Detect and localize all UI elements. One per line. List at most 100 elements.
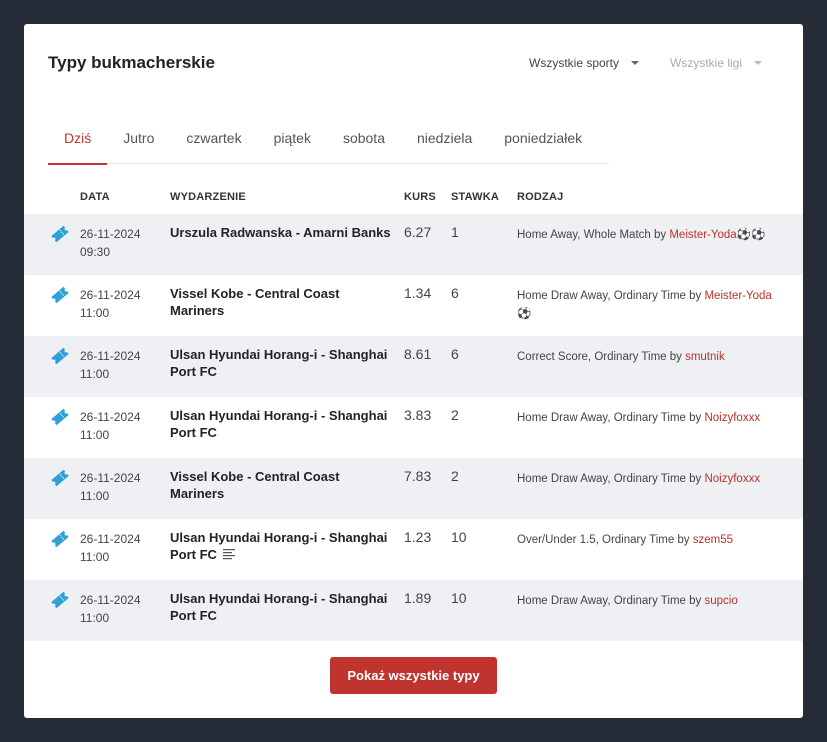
tab-6[interactable]: poniedziałek [488,118,598,164]
tab-2[interactable]: czwartek [170,118,257,164]
row-datetime: 26-11-2024 11:00 [80,347,141,383]
table-row[interactable]: 26-11-2024 09:30 Urszula Radwanska - Ama… [24,214,803,275]
sport-filter-label: Wszystkie sporty [529,56,620,70]
row-event[interactable]: Vissel Kobe - Central Coast Mariners [170,468,394,502]
row-event-name: Ulsan Hyundai Horang-i - Shanghai Port F… [170,591,388,623]
ticket-icon [50,407,70,427]
row-event-name: Vissel Kobe - Central Coast Mariners [170,286,340,318]
row-kind: Home Draw Away, Ordinary Time by Noizyfo… [517,409,779,427]
row-odds: 3.83 [404,407,432,423]
tab-0[interactable]: Dziś [48,118,108,165]
row-time: 11:00 [80,428,110,442]
row-datetime: 26-11-2024 11:00 [80,286,141,322]
ticket-icon [50,285,70,305]
row-kind-text: Over/Under 1.5, Ordinary Time by [517,534,693,546]
row-time: 09:30 [80,245,111,259]
row-event[interactable]: Urszula Radwanska - Amarni Banks [170,224,394,241]
row-stake: 10 [451,590,467,606]
tab-5[interactable]: niedziela [401,118,488,164]
tipster-link[interactable]: szem55 [693,534,733,546]
chevron-down-icon [631,61,640,65]
row-event-name: Urszula Radwanska - Amarni Banks [170,225,391,240]
row-kind-text: Home Draw Away, Ordinary Time by [517,595,705,607]
page-title: Typy bukmacherskie [48,53,215,72]
ticket-icon [50,468,70,488]
tipster-link[interactable]: Noizyfoxxx [704,412,760,424]
table-row[interactable]: 26-11-2024 11:00 Ulsan Hyundai Horang-i … [24,397,803,458]
row-event[interactable]: Ulsan Hyundai Horang-i - Shanghai Port F… [170,346,394,380]
tipster-link[interactable]: supcio [704,595,737,607]
tips-card: Typy bukmacherskie Wszystkie sporty Wszy… [24,24,803,718]
league-filter-dropdown[interactable]: Wszystkie ligi [670,56,763,70]
row-event-name: Ulsan Hyundai Horang-i - Shanghai Port F… [170,408,388,440]
row-datetime: 26-11-2024 11:00 [80,469,141,505]
column-header-odds: KURS [404,191,436,203]
ticket-icon [50,590,70,610]
row-kind: Home Draw Away, Ordinary Time by Meister… [517,287,779,323]
row-kind: Home Away, Whole Match by Meister-Yoda⚽⚽ [517,226,779,244]
row-date: 26-11-2024 [80,532,141,546]
row-event[interactable]: Vissel Kobe - Central Coast Mariners [170,285,394,319]
tipster-link[interactable]: smutnik [685,351,725,363]
tab-3[interactable]: piątek [258,118,327,164]
row-datetime: 26-11-2024 11:00 [80,530,141,566]
ticket-icon [50,224,70,244]
league-filter-label: Wszystkie ligi [670,56,743,70]
table-header: DATA WYDARZENIE KURS STAWKA RODZAJ [24,186,803,214]
tipster-link[interactable]: Meister-Yoda⚽⚽ [669,229,765,241]
column-header-event: WYDARZENIE [170,191,246,203]
row-odds: 6.27 [404,224,432,240]
column-header-date: DATA [80,191,110,203]
show-all-tips-button[interactable]: Pokaż wszystkie typy [330,657,497,694]
chevron-down-icon [754,61,763,65]
row-date: 26-11-2024 [80,227,141,241]
row-date: 26-11-2024 [80,410,141,424]
row-kind-text: Home Draw Away, Ordinary Time by [517,412,705,424]
tab-4[interactable]: sobota [327,118,401,164]
row-kind-text: Home Draw Away, Ordinary Time by [517,473,705,485]
row-kind: Over/Under 1.5, Ordinary Time by szem55 [517,531,779,549]
row-odds: 7.83 [404,468,432,484]
table-row[interactable]: 26-11-2024 11:00 Ulsan Hyundai Horang-i … [24,336,803,397]
sport-filter-dropdown[interactable]: Wszystkie sporty [529,56,640,70]
row-stake: 6 [451,285,459,301]
row-kind: Home Draw Away, Ordinary Time by Noizyfo… [517,470,779,488]
row-time: 11:00 [80,611,110,625]
tab-1[interactable]: Jutro [107,118,170,164]
column-header-kind: RODZAJ [517,191,564,203]
row-stake: 10 [451,529,467,545]
row-kind-text: Correct Score, Ordinary Time by [517,351,686,363]
ticket-icon [50,529,70,549]
row-odds: 1.89 [404,590,432,606]
row-kind: Correct Score, Ordinary Time by smutnik [517,348,779,366]
row-event-name: Ulsan Hyundai Horang-i - Shanghai Port F… [170,347,388,379]
row-event-name: Vissel Kobe - Central Coast Mariners [170,469,340,501]
row-time: 11:00 [80,367,110,381]
table-row[interactable]: 26-11-2024 11:00 Ulsan Hyundai Horang-i … [24,519,803,580]
row-date: 26-11-2024 [80,471,141,485]
row-event[interactable]: Ulsan Hyundai Horang-i - Shanghai Port F… [170,407,394,441]
row-kind-text: Home Away, Whole Match by [517,229,670,241]
row-stake: 2 [451,407,459,423]
row-date: 26-11-2024 [80,349,141,363]
row-date: 26-11-2024 [80,593,141,607]
row-time: 11:00 [80,550,110,564]
day-tabs: Dziś Jutro czwartek piątek sobota niedziela po… [48,118,609,165]
row-datetime: 26-11-2024 09:30 [80,225,141,261]
tips-table-body: 26-11-2024 09:30 Urszula Radwanska - Ama… [24,214,803,641]
row-datetime: 26-11-2024 11:00 [80,408,141,444]
row-odds: 8.61 [404,346,432,362]
row-odds: 1.23 [404,529,432,545]
row-stake: 2 [451,468,459,484]
row-date: 26-11-2024 [80,288,141,302]
row-stake: 6 [451,346,459,362]
notes-icon[interactable] [222,547,237,564]
table-row[interactable]: 26-11-2024 11:00 Vissel Kobe - Central C… [24,458,803,519]
row-kind: Home Draw Away, Ordinary Time by supcio [517,592,779,610]
row-event[interactable]: Ulsan Hyundai Horang-i - Shanghai Port F… [170,529,394,564]
row-event-name: Ulsan Hyundai Horang-i - Shanghai Port F… [170,530,388,562]
row-event[interactable]: Ulsan Hyundai Horang-i - Shanghai Port F… [170,590,394,624]
table-row[interactable]: 26-11-2024 11:00 Ulsan Hyundai Horang-i … [24,580,803,641]
table-row[interactable]: 26-11-2024 11:00 Vissel Kobe - Central C… [24,275,803,336]
tipster-link[interactable]: Noizyfoxxx [704,473,760,485]
